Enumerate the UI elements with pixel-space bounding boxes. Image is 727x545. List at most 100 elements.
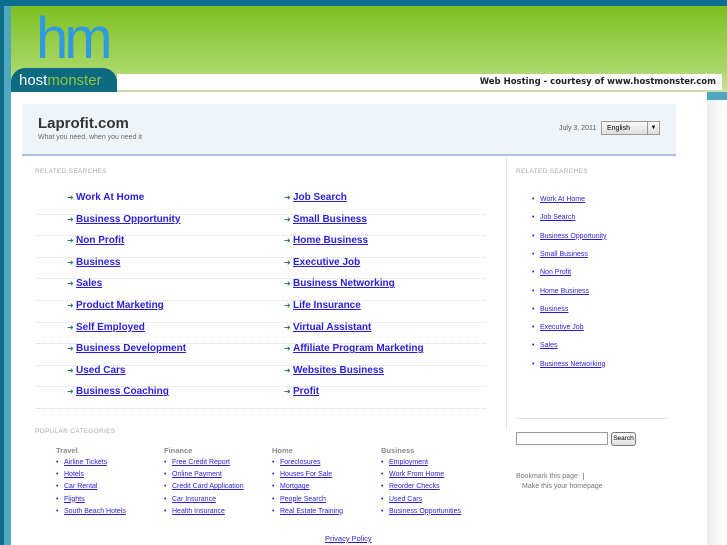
category-link[interactable]: Hotels xyxy=(64,471,84,478)
related-row: ➜ Business Opportunity ➜ Small Business xyxy=(36,214,486,237)
category-link[interactable]: South Beach Hotels xyxy=(64,508,126,515)
arrow-icon: ➜ xyxy=(67,193,74,202)
category-link[interactable]: Mortgage xyxy=(280,483,310,490)
search-button[interactable]: Search xyxy=(611,432,636,446)
related-link[interactable]: Job Search xyxy=(293,192,347,203)
related-link[interactable]: Business Coaching xyxy=(76,386,169,397)
sidebar-link[interactable]: Home Business xyxy=(540,288,589,295)
arrow-icon: ➜ xyxy=(67,344,74,354)
related-row: ➜ Work At Home ➜ Job Search xyxy=(36,192,486,215)
category-link[interactable]: Real Estate Training xyxy=(280,508,343,515)
bullet-icon: • xyxy=(56,471,59,479)
category-link[interactable]: Health Insurance xyxy=(172,508,225,515)
category-link[interactable]: Flights xyxy=(64,496,85,503)
arrow-icon: ➜ xyxy=(284,344,291,354)
related-link[interactable]: Business Opportunity xyxy=(76,214,180,225)
hostmonster-logo[interactable]: hostmonster xyxy=(11,68,117,92)
related-link[interactable]: Business Networking xyxy=(293,278,395,289)
category-link[interactable]: Free Credit Report xyxy=(172,459,230,466)
divider xyxy=(506,158,507,430)
hm-logo-icon: hm xyxy=(36,6,113,71)
bullet-icon: • xyxy=(56,507,59,515)
sidebar-link[interactable]: Sales xyxy=(540,342,558,349)
category-link[interactable]: Work From Home xyxy=(389,471,444,478)
privacy-policy-link[interactable]: Privacy Policy xyxy=(325,534,372,543)
related-row: ➜ Sales ➜ Business Networking xyxy=(36,278,486,301)
bullet-icon: • xyxy=(272,459,275,466)
related-link[interactable]: Websites Business xyxy=(293,365,384,376)
bookmark-link[interactable]: Bookmark this page xyxy=(516,473,584,480)
category-title: Business xyxy=(381,446,415,455)
language-select[interactable]: English ▼ xyxy=(601,121,660,135)
category-link[interactable]: People Search xyxy=(280,496,326,503)
site-title: Laprofit.com xyxy=(38,115,129,132)
bullet-icon: • xyxy=(532,324,535,332)
divider xyxy=(516,418,668,419)
category-link[interactable]: Online Payment xyxy=(172,471,222,478)
related-link[interactable]: Life Insurance xyxy=(293,300,361,311)
related-link[interactable]: Executive Job xyxy=(293,257,360,268)
sidebar-link[interactable]: Small Business xyxy=(540,251,588,258)
category-link[interactable]: Houses For Sale xyxy=(280,471,332,478)
sidebar-link[interactable]: Business Opportunity xyxy=(540,233,607,240)
bullet-icon: • xyxy=(164,459,167,466)
related-link[interactable]: Business Development xyxy=(76,343,186,354)
related-link[interactable]: Product Marketing xyxy=(76,300,164,311)
related-row: ➜ Product Marketing ➜ Life Insurance xyxy=(36,300,486,323)
date: July 3, 2011 xyxy=(559,125,597,132)
sidebar-link[interactable]: Job Search xyxy=(540,214,575,221)
arrow-icon: ➜ xyxy=(284,193,291,202)
related-link[interactable]: Work At Home xyxy=(76,192,144,203)
related-link[interactable]: Sales xyxy=(76,278,102,289)
right-shadow xyxy=(707,100,727,545)
related-row: ➜ Self Employed ➜ Virtual Assistant xyxy=(36,322,486,345)
bullet-icon: • xyxy=(56,483,59,491)
arrow-icon: ➜ xyxy=(67,301,74,310)
bullet-icon: • xyxy=(532,269,535,277)
bullet-icon: • xyxy=(164,471,167,479)
bullet-icon: • xyxy=(532,305,535,313)
category-link[interactable]: Airline Tickets xyxy=(64,459,107,466)
sidebar-link[interactable]: Non Profit xyxy=(540,269,571,276)
hosting-banner[interactable]: Web Hosting - courtesy of www.hostmonste… xyxy=(117,74,722,91)
arrow-icon: ➜ xyxy=(67,387,74,397)
arrow-icon: ➜ xyxy=(284,279,291,289)
sidebar-link[interactable]: Executive Job xyxy=(540,324,584,331)
related-link[interactable]: Profit xyxy=(293,386,319,397)
arrow-icon: ➜ xyxy=(67,322,74,332)
category-link[interactable]: Used Cars xyxy=(389,496,422,503)
language-value: English xyxy=(607,125,630,132)
bullet-icon: • xyxy=(381,459,384,466)
bullet-icon: • xyxy=(532,232,535,240)
bullet-icon: • xyxy=(164,483,167,491)
homepage-link[interactable]: Make this your homepage xyxy=(522,483,603,490)
related-link[interactable]: Self Employed xyxy=(76,322,145,333)
category-link[interactable]: Car Insurance xyxy=(172,496,216,503)
bullet-icon: • xyxy=(272,471,275,479)
category-link[interactable]: Car Rental xyxy=(64,483,97,490)
category-link[interactable]: Reorder Checks xyxy=(389,483,440,490)
related-link[interactable]: Affiliate Program Marketing xyxy=(293,343,424,354)
related-link[interactable]: Virtual Assistant xyxy=(293,322,371,333)
search-input[interactable] xyxy=(516,432,608,445)
category-link[interactable]: Business Opportunities xyxy=(389,508,461,515)
bullet-icon: • xyxy=(532,342,535,350)
related-row: ➜ Used Cars ➜ Websites Business xyxy=(36,365,486,388)
sidebar-link[interactable]: Business xyxy=(540,306,568,313)
site-header-panel: Laprofit.com What you need, when you nee… xyxy=(22,104,676,156)
related-link[interactable]: Business xyxy=(76,257,120,268)
category-link[interactable]: Employment xyxy=(389,459,428,466)
arrow-icon: ➜ xyxy=(284,214,291,224)
category-link[interactable]: Foreclosures xyxy=(280,459,320,466)
related-link[interactable]: Non Profit xyxy=(76,235,124,246)
related-link[interactable]: Small Business xyxy=(293,214,367,225)
related-link[interactable]: Used Cars xyxy=(76,365,125,376)
category-link[interactable]: Credit Card Application xyxy=(172,483,244,490)
arrow-icon: ➜ xyxy=(284,365,291,375)
related-link[interactable]: Home Business xyxy=(293,235,368,246)
bullet-icon: • xyxy=(56,495,59,503)
arrow-icon: ➜ xyxy=(284,236,291,246)
bullet-icon: • xyxy=(381,483,384,491)
sidebar-link[interactable]: Business Networking xyxy=(540,361,605,368)
sidebar-link[interactable]: Work At Home xyxy=(540,196,585,203)
